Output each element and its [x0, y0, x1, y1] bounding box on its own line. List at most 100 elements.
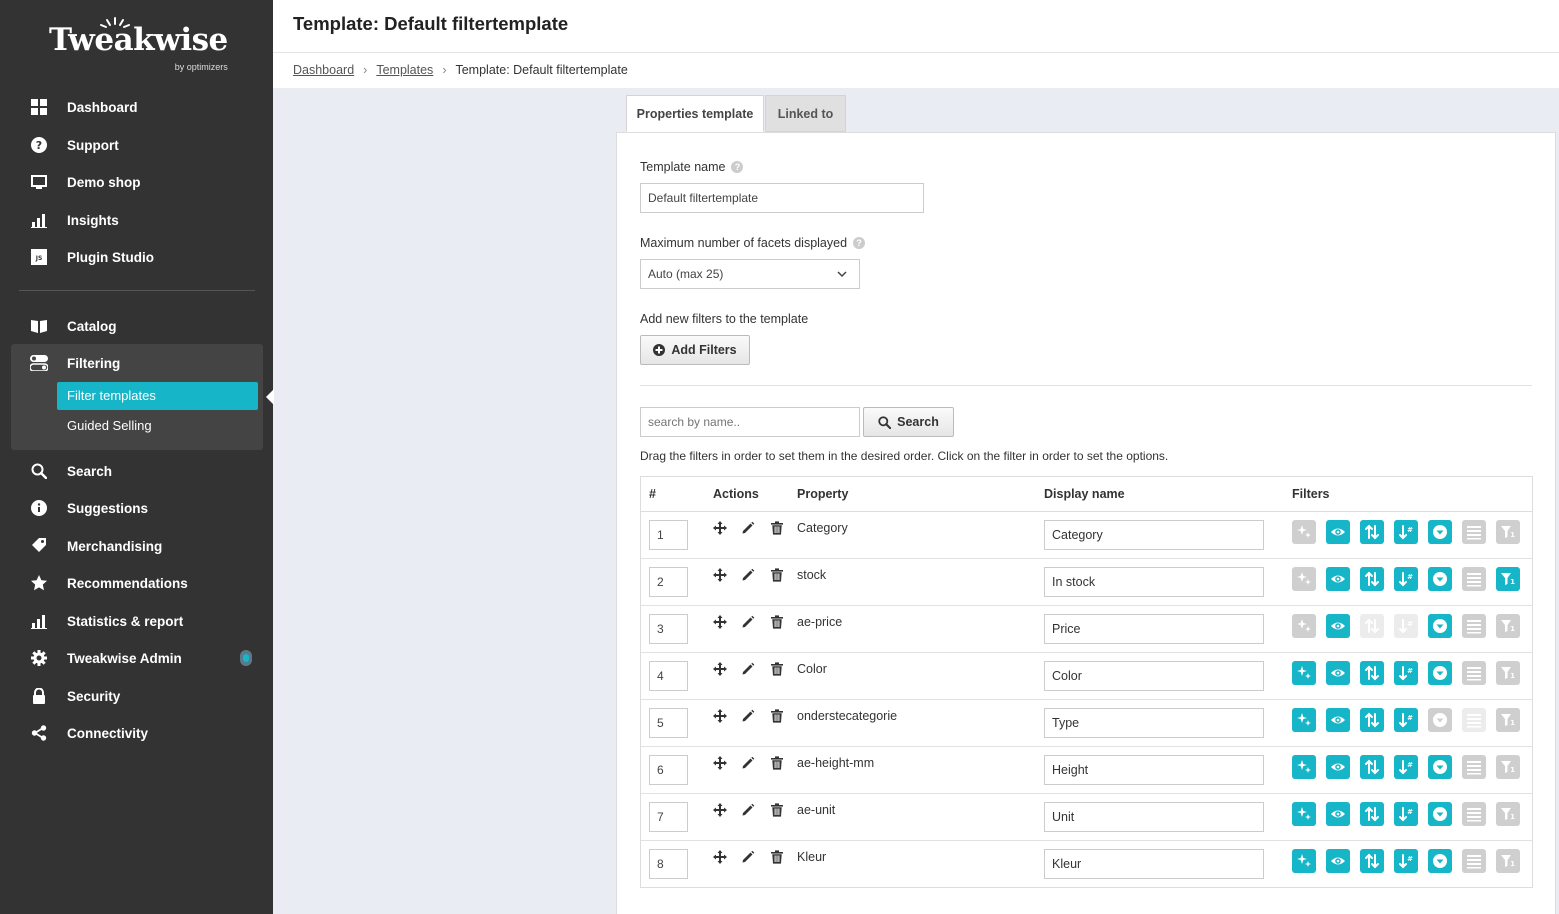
property-name[interactable]: Kleur [797, 850, 826, 864]
edit-icon[interactable] [741, 568, 755, 582]
filter-toggle-sort[interactable] [1360, 661, 1384, 685]
edit-icon[interactable] [741, 709, 755, 723]
display-name-input[interactable]: Kleur [1044, 849, 1264, 879]
filter-toggle-sort-numeric[interactable]: # [1394, 755, 1418, 779]
display-name-input[interactable]: Category [1044, 520, 1264, 550]
nav-security[interactable]: Security [30, 685, 120, 707]
search-button[interactable]: Search [863, 407, 954, 437]
filter-toggle-chevron-down-circle[interactable] [1428, 849, 1452, 873]
edit-icon[interactable] [741, 521, 755, 535]
nav-tweakwise-admin[interactable]: Tweakwise Admin [30, 647, 182, 669]
display-name-input[interactable]: Price [1044, 614, 1264, 644]
position-input[interactable]: 7 [649, 802, 688, 832]
filter-toggle-list[interactable] [1462, 567, 1486, 591]
filter-toggle-sort[interactable] [1360, 755, 1384, 779]
move-icon[interactable] [713, 850, 727, 864]
filter-toggle-list[interactable] [1462, 755, 1486, 779]
tab-properties-template[interactable]: Properties template [626, 95, 764, 132]
move-icon[interactable] [713, 803, 727, 817]
nav-demo-shop[interactable]: Demo shop [30, 171, 141, 193]
search-input[interactable] [640, 407, 860, 437]
filter-toggle-sort[interactable] [1360, 802, 1384, 826]
subnav-filter-templates[interactable]: Filter templates [57, 382, 258, 410]
position-input[interactable]: 1 [649, 520, 688, 550]
filter-toggle-sort-numeric[interactable]: # [1394, 567, 1418, 591]
filter-toggle-filter[interactable]: 1 [1496, 849, 1520, 873]
filter-toggle-filter[interactable]: 1 [1496, 755, 1520, 779]
subnav-guided-selling[interactable]: Guided Selling [57, 412, 258, 440]
nav-catalog[interactable]: Catalog [30, 315, 117, 337]
nav-dashboard[interactable]: Dashboard [30, 96, 138, 118]
nav-connectivity[interactable]: Connectivity [30, 722, 148, 744]
filter-toggle-chevron-down-circle[interactable] [1428, 708, 1452, 732]
filter-toggle-chevron-down-circle[interactable] [1428, 520, 1452, 544]
nav-merchandising[interactable]: Merchandising [30, 535, 162, 557]
filter-toggle-list[interactable] [1462, 520, 1486, 544]
nav-insights[interactable]: Insights [30, 209, 119, 231]
move-icon[interactable] [713, 568, 727, 582]
nav-search[interactable]: Search [30, 460, 112, 482]
display-name-input[interactable]: Unit [1044, 802, 1264, 832]
filter-toggle-eye[interactable] [1326, 567, 1350, 591]
trash-icon[interactable] [770, 850, 784, 864]
property-name[interactable]: stock [797, 568, 826, 582]
edit-icon[interactable] [741, 756, 755, 770]
filter-toggle-filter[interactable]: 1 [1496, 802, 1520, 826]
filter-toggle-sort-numeric[interactable]: # [1394, 708, 1418, 732]
filter-toggle-filter[interactable]: 1 [1496, 567, 1520, 591]
nav-statistics[interactable]: Statistics & report [30, 610, 183, 632]
filter-toggle-sparkle[interactable] [1292, 614, 1316, 638]
filter-toggle-sort-numeric[interactable]: # [1394, 849, 1418, 873]
filter-toggle-eye[interactable] [1326, 661, 1350, 685]
logo[interactable]: Tweakwise by optimizers [49, 17, 228, 72]
filter-toggle-eye[interactable] [1326, 520, 1350, 544]
filter-toggle-list[interactable] [1462, 802, 1486, 826]
filter-toggle-sort[interactable] [1360, 614, 1384, 638]
help-icon[interactable]: ? [853, 237, 866, 249]
trash-icon[interactable] [770, 803, 784, 817]
filter-toggle-eye[interactable] [1326, 708, 1350, 732]
nav-filtering[interactable]: Filtering [30, 352, 120, 374]
filter-toggle-sparkle[interactable] [1292, 755, 1316, 779]
breadcrumb-dashboard[interactable]: Dashboard [293, 63, 354, 77]
filter-toggle-sort-numeric[interactable]: # [1394, 802, 1418, 826]
filter-toggle-filter[interactable]: 1 [1496, 614, 1520, 638]
property-name[interactable]: Color [797, 662, 827, 676]
filter-toggle-list[interactable] [1462, 661, 1486, 685]
edit-icon[interactable] [741, 662, 755, 676]
filter-toggle-filter[interactable]: 1 [1496, 520, 1520, 544]
table-row[interactable]: 7 ae-unit Unit #1 [641, 794, 1532, 841]
filter-toggle-sparkle[interactable] [1292, 520, 1316, 544]
filter-toggle-sparkle[interactable] [1292, 567, 1316, 591]
table-row[interactable]: 1 Category Category #1 [641, 512, 1532, 559]
filter-toggle-list[interactable] [1462, 849, 1486, 873]
position-input[interactable]: 3 [649, 614, 688, 644]
filter-toggle-eye[interactable] [1326, 614, 1350, 638]
template-name-input[interactable]: Default filtertemplate [640, 183, 924, 213]
max-facets-select[interactable]: Auto (max 25) [640, 259, 860, 289]
edit-icon[interactable] [741, 803, 755, 817]
trash-icon[interactable] [770, 568, 784, 582]
position-input[interactable]: 4 [649, 661, 688, 691]
filter-toggle-sparkle[interactable] [1292, 849, 1316, 873]
breadcrumb-templates[interactable]: Templates [376, 63, 433, 77]
filter-toggle-sort-numeric[interactable]: # [1394, 520, 1418, 544]
filter-toggle-eye[interactable] [1326, 849, 1350, 873]
nav-plugin-studio[interactable]: JS Plugin Studio [30, 246, 154, 268]
filter-toggle-eye[interactable] [1326, 755, 1350, 779]
property-name[interactable]: ae-unit [797, 803, 835, 817]
nav-support[interactable]: ? Support [30, 134, 119, 156]
property-name[interactable]: Category [797, 521, 848, 535]
filter-toggle-sort[interactable] [1360, 520, 1384, 544]
move-icon[interactable] [713, 756, 727, 770]
display-name-input[interactable]: In stock [1044, 567, 1264, 597]
filter-toggle-list[interactable] [1462, 614, 1486, 638]
trash-icon[interactable] [770, 756, 784, 770]
position-input[interactable]: 8 [649, 849, 688, 879]
table-row[interactable]: 2 stock In stock #1 [641, 559, 1532, 606]
display-name-input[interactable]: Type [1044, 708, 1264, 738]
filter-toggle-sparkle[interactable] [1292, 802, 1316, 826]
filter-toggle-chevron-down-circle[interactable] [1428, 661, 1452, 685]
nav-suggestions[interactable]: Suggestions [30, 497, 148, 519]
nav-recommendations[interactable]: Recommendations [30, 572, 188, 594]
